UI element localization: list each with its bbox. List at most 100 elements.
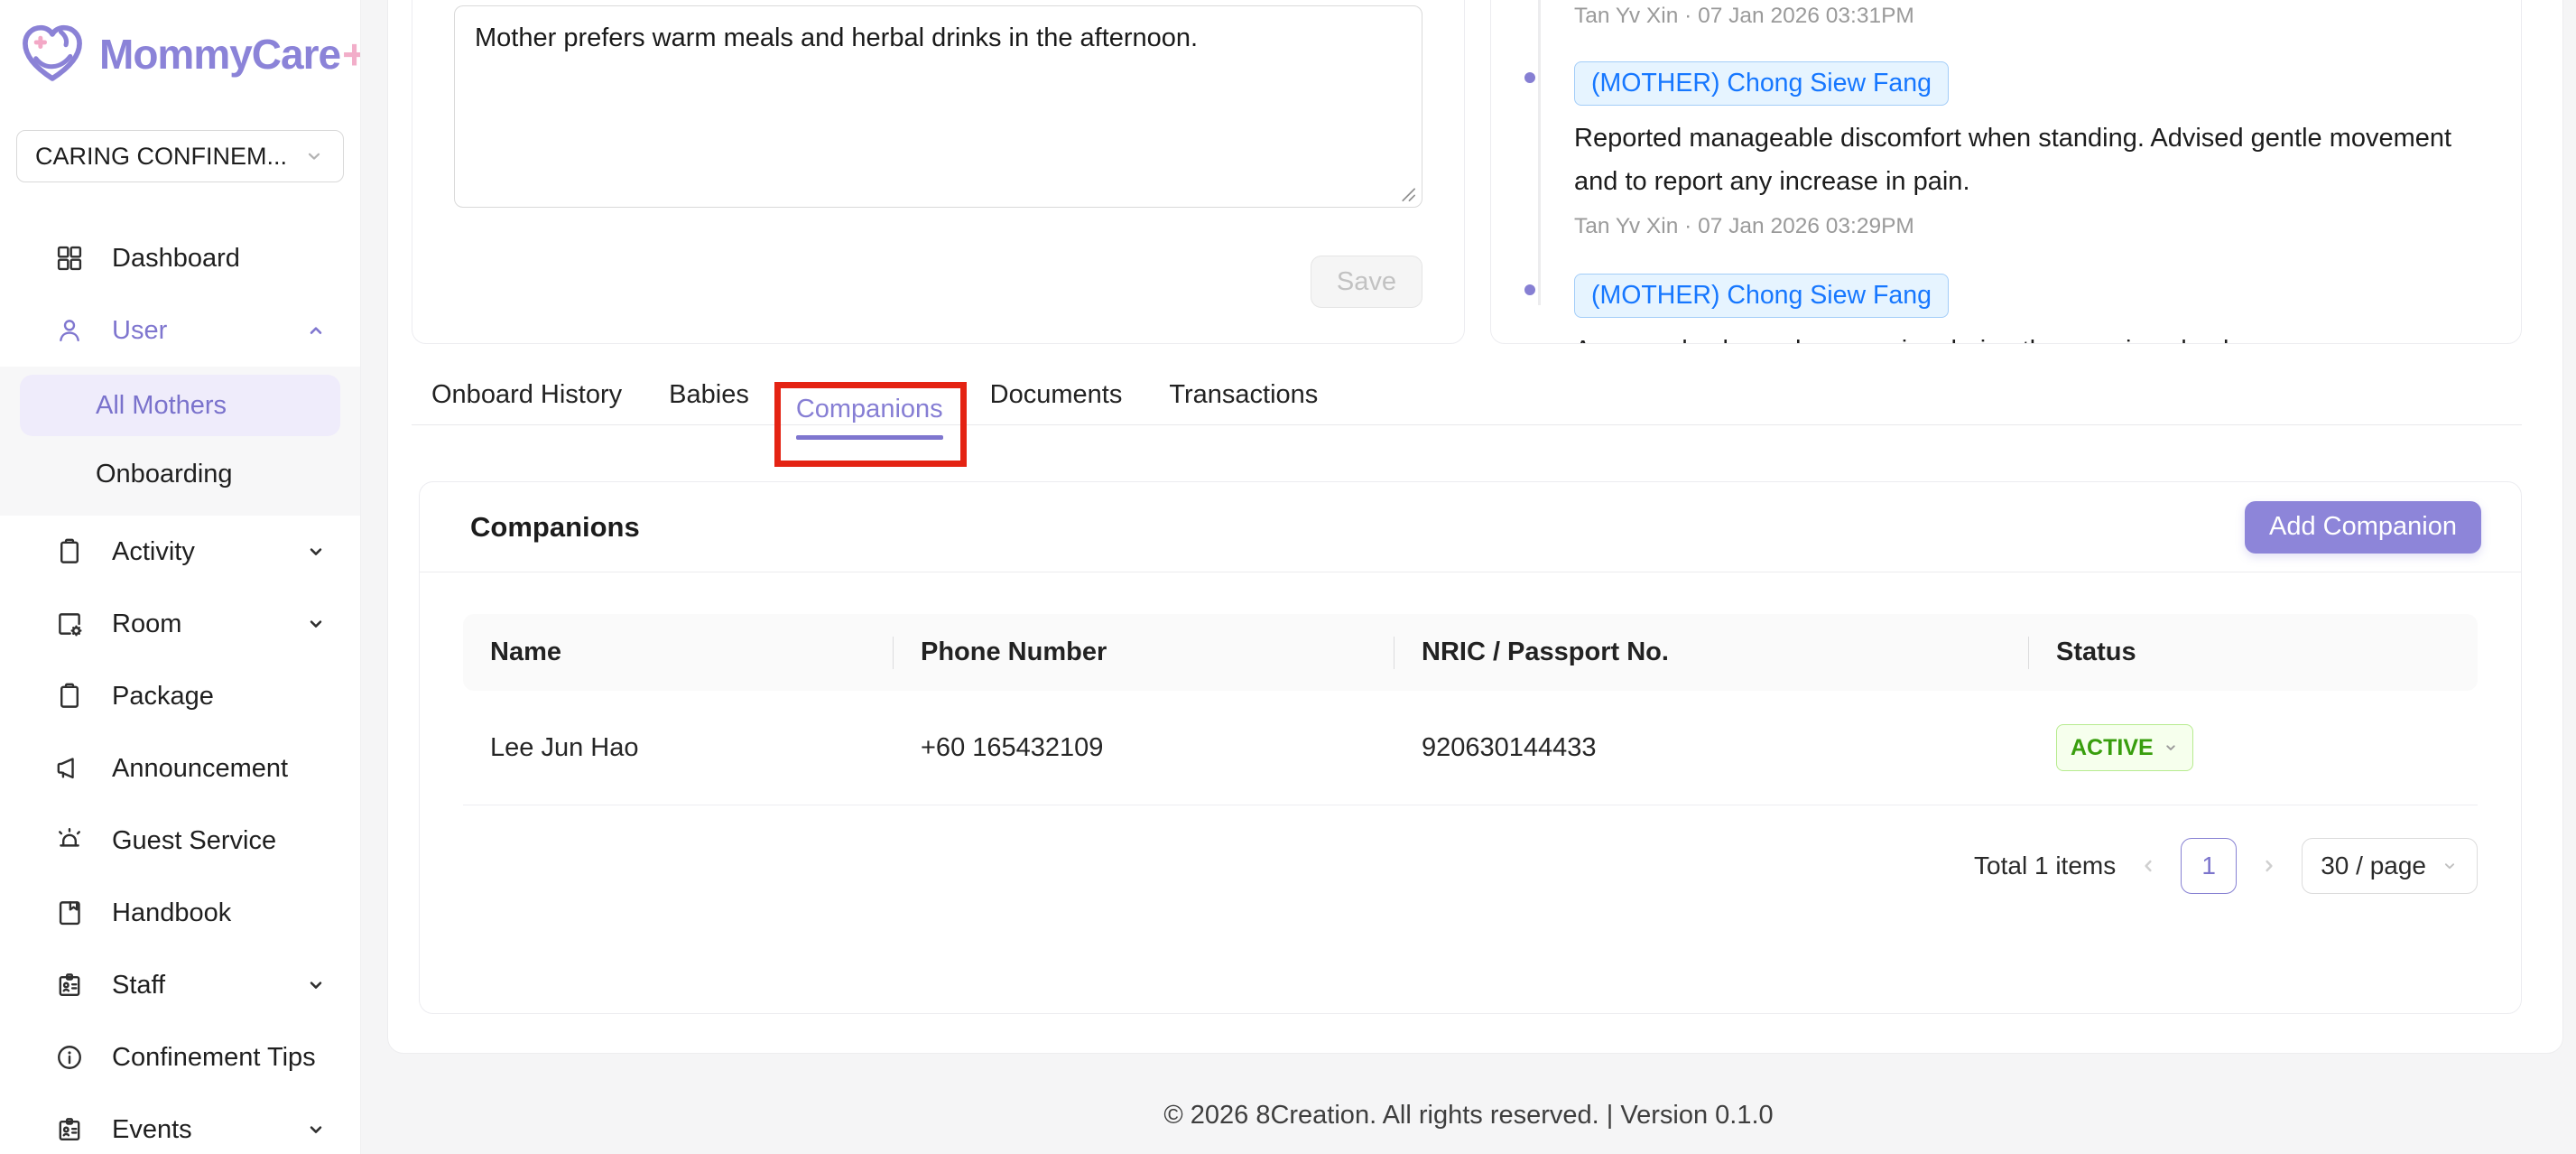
sidebar-item-package[interactable]: Package	[0, 660, 360, 732]
sidebar-item-label: Handbook	[112, 898, 328, 928]
sidebar-item-user[interactable]: User	[0, 294, 360, 367]
sidebar-item-events[interactable]: Events	[0, 1094, 360, 1154]
info-circle-icon	[54, 1042, 85, 1073]
page-size-select[interactable]: 30 / page	[2302, 838, 2478, 894]
timeline-dot-icon	[1524, 284, 1535, 295]
sidebar-subitem-label: Onboarding	[96, 460, 233, 489]
sidebar-item-guest-service[interactable]: Guest Service	[0, 805, 360, 877]
center-select-value: CARING CONFINEM...	[35, 143, 287, 171]
chevron-right-icon[interactable]	[2258, 855, 2280, 877]
timeline: Tan Yv Xin · 07 Jan 2026 03:31PM (MOTHER…	[1491, 0, 2521, 343]
timeline-line	[1538, 0, 1541, 305]
dashboard-grid-icon	[54, 243, 85, 274]
chevron-down-icon	[304, 612, 328, 636]
sidebar-item-activity[interactable]: Activity	[0, 516, 360, 588]
column-header-name: Name	[463, 614, 894, 691]
chevron-down-icon	[2441, 857, 2459, 875]
companions-title: Companions	[470, 511, 640, 544]
brand-name: MommyCare	[99, 31, 340, 78]
mother-tag[interactable]: (MOTHER) Chong Siew Fang	[1574, 61, 1949, 106]
resize-handle-icon[interactable]	[1399, 185, 1417, 203]
chevron-down-icon	[304, 973, 328, 997]
save-row: Save	[454, 256, 1422, 308]
tab-companions[interactable]: Companions	[796, 382, 943, 438]
notes-card: Mother prefers warm meals and herbal dri…	[412, 0, 1465, 344]
content-shell: Mother prefers warm meals and herbal dri…	[387, 0, 2563, 1054]
add-companion-button[interactable]: Add Companion	[2245, 501, 2481, 554]
column-header-status: Status	[2029, 614, 2478, 691]
center-select[interactable]: CARING CONFINEM...	[16, 130, 344, 182]
chevron-down-icon	[304, 540, 328, 563]
sidebar-item-label: Staff	[112, 971, 277, 1000]
sidebar-item-confinement-tips[interactable]: Confinement Tips	[0, 1021, 360, 1094]
pagination-total: Total 1 items	[1974, 852, 2116, 880]
app-root: MommyCare+ CARING CONFINEM... Dashboard …	[0, 0, 2576, 1154]
sidebar-item-handbook[interactable]: Handbook	[0, 877, 360, 949]
alarm-bell-icon	[54, 825, 85, 856]
sidebar-item-label: Guest Service	[112, 826, 328, 856]
sidebar-item-all-mothers[interactable]: All Mothers	[20, 375, 340, 436]
brand-plus: +	[342, 31, 361, 78]
chevron-down-icon	[304, 1118, 328, 1141]
status-badge-label: ACTIVE	[2071, 735, 2154, 761]
save-button[interactable]: Save	[1311, 256, 1422, 308]
care-notes-timeline-card: Tan Yv Xin · 07 Jan 2026 03:31PM (MOTHER…	[1490, 0, 2522, 344]
pagination: Total 1 items 1 30 / page	[463, 838, 2478, 894]
chevron-down-icon	[2163, 740, 2179, 756]
brand-logo: MommyCare+	[0, 0, 360, 88]
sidebar: MommyCare+ CARING CONFINEM... Dashboard …	[0, 0, 361, 1154]
top-row: Mother prefers warm meals and herbal dri…	[388, 0, 2562, 344]
companions-card-header: Companions Add Companion	[420, 482, 2521, 572]
companions-table-header: Name Phone Number NRIC / Passport No. St…	[463, 614, 2478, 691]
sidebar-item-onboarding[interactable]: Onboarding	[0, 442, 360, 507]
sidebar-item-label: Room	[112, 610, 277, 639]
clipboard-icon	[54, 536, 85, 567]
sidebar-item-label: Dashboard	[112, 244, 328, 274]
sidebar-item-staff[interactable]: Staff	[0, 949, 360, 1021]
table-row: Lee Jun Hao +60 165432109 920630144433 A…	[463, 691, 2478, 805]
room-plan-gear-icon	[54, 609, 85, 639]
sidebar-item-label: Announcement	[112, 754, 328, 784]
column-header-phone: Phone Number	[894, 614, 1395, 691]
sidebar-item-label: User	[112, 316, 277, 346]
timeline-dot-icon	[1524, 72, 1535, 83]
notes-textarea[interactable]: Mother prefers warm meals and herbal dri…	[454, 5, 1422, 208]
tab-documents[interactable]: Documents	[990, 368, 1123, 424]
cell-name: Lee Jun Hao	[463, 691, 894, 805]
tab-onboard-history[interactable]: Onboard History	[431, 368, 622, 424]
mother-tag[interactable]: (MOTHER) Chong Siew Fang	[1574, 274, 1949, 318]
tab-companions-wrap: Companions	[796, 395, 943, 424]
sidebar-item-label: Events	[112, 1115, 277, 1145]
sidebar-item-room[interactable]: Room	[0, 588, 360, 660]
column-header-nric: NRIC / Passport No.	[1395, 614, 2029, 691]
timeline-entry-meta: Tan Yv Xin · 07 Jan 2026 03:31PM	[1574, 4, 2467, 29]
sidebar-item-label: Activity	[112, 537, 277, 567]
cell-phone: +60 165432109	[894, 691, 1395, 805]
timeline-entry-meta: Tan Yv Xin · 07 Jan 2026 03:29PM	[1574, 214, 2467, 239]
companions-card-body: Name Phone Number NRIC / Passport No. St…	[420, 572, 2521, 894]
status-badge[interactable]: ACTIVE	[2056, 724, 2193, 771]
user-submenu: All Mothers Onboarding	[0, 367, 360, 516]
tab-transactions[interactable]: Transactions	[1169, 368, 1318, 424]
sidebar-item-dashboard[interactable]: Dashboard	[0, 222, 360, 294]
chevron-down-icon	[303, 145, 325, 167]
sidebar-menu: Dashboard User All Mothers Onboarding	[0, 222, 360, 1154]
timeline-entry: (MOTHER) Chong Siew Fang Reported manage…	[1574, 61, 2467, 239]
tab-babies[interactable]: Babies	[669, 368, 749, 424]
timeline-entry-text: Appeared calm and responsive during the …	[1574, 329, 2467, 344]
profile-tabs: Onboard History Babies Companions Docume…	[412, 368, 2522, 425]
pagination-page-1[interactable]: 1	[2181, 838, 2237, 894]
companions-card: Companions Add Companion Name Phone Numb…	[419, 481, 2522, 1014]
sidebar-subitem-label: All Mothers	[96, 391, 227, 421]
sidebar-item-label: Package	[112, 682, 328, 712]
id-badge-icon	[54, 970, 85, 1000]
notes-textarea-wrap: Mother prefers warm meals and herbal dri…	[454, 5, 1422, 212]
sidebar-item-announcement[interactable]: Announcement	[0, 732, 360, 805]
megaphone-icon	[54, 753, 85, 784]
timeline-entry-text: Reported manageable discomfort when stan…	[1574, 116, 2467, 203]
chevron-up-icon	[304, 319, 328, 342]
user-icon	[54, 315, 85, 346]
chevron-left-icon[interactable]	[2137, 855, 2159, 877]
timeline-entry: (MOTHER) Chong Siew Fang Appeared calm a…	[1574, 274, 2467, 344]
book-icon	[54, 898, 85, 928]
